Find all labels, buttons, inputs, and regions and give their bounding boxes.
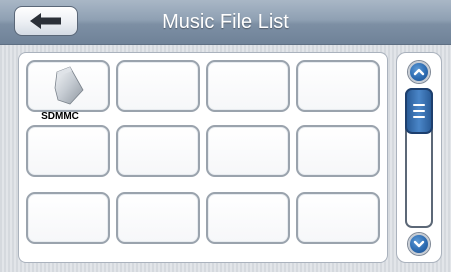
file-tile-empty[interactable] [26,125,110,177]
grip-lines-icon [413,104,425,106]
left-arrow-icon [30,13,61,29]
grip-lines-icon [413,116,425,118]
file-tile-empty[interactable] [116,125,200,177]
scroll-up-button[interactable] [408,61,430,83]
file-tile-empty[interactable] [296,125,380,177]
scrollbar-thumb[interactable] [405,88,433,134]
file-tile-empty[interactable] [116,60,200,112]
scroll-down-button[interactable] [408,233,430,255]
chevron-up-icon [413,68,425,76]
file-tile-empty[interactable] [296,60,380,112]
file-tile-empty[interactable] [26,192,110,244]
grip-lines-icon [413,110,425,112]
file-tile-empty[interactable] [296,192,380,244]
file-tile-empty[interactable] [116,192,200,244]
file-tile-label: SDMMC [41,111,79,122]
file-tile-empty[interactable] [206,60,290,112]
sd-card-icon [54,66,84,105]
file-tile-empty[interactable] [206,192,290,244]
chevron-down-icon [413,240,425,248]
file-tile-empty[interactable] [206,125,290,177]
file-tile-sdmmc[interactable] [26,60,110,112]
back-button[interactable] [14,6,78,36]
